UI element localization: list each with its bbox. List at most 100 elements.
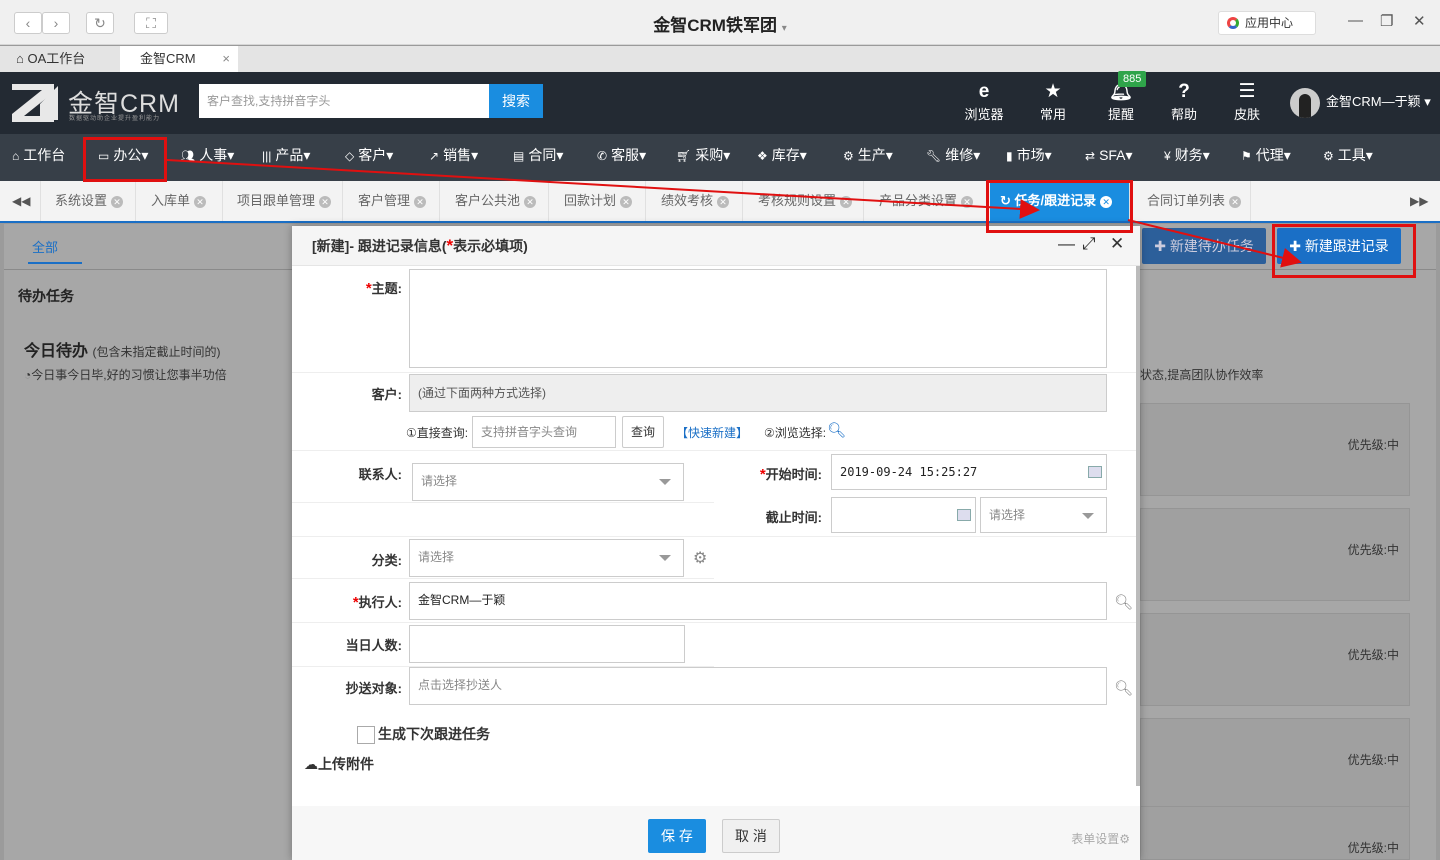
maximize-icon[interactable]: ⤢ xyxy=(1082,234,1096,254)
close-tab-icon[interactable]: ✕ xyxy=(194,195,207,208)
tab-project-tracking[interactable]: 项目跟单管理 ✕ xyxy=(224,181,343,221)
minimize-icon[interactable]: — xyxy=(1348,12,1363,29)
save-button[interactable]: 保 存 xyxy=(648,819,706,853)
nav-inventory[interactable]: ❖ 库存▾ xyxy=(757,134,807,181)
close-tab-icon[interactable]: ✕ xyxy=(620,195,633,208)
close-tab-icon[interactable]: ✕ xyxy=(1229,195,1242,208)
start-time-input[interactable]: 2019-09-24 15:25:27 xyxy=(831,454,1107,490)
modal-title: [新建]- 跟进记录信息(*表示必填项) xyxy=(312,236,528,255)
customer-search-input[interactable]: 客户查找,支持拼音字头 xyxy=(199,84,489,118)
favorites-tool[interactable]: ★ 常用 xyxy=(1028,80,1078,123)
close-tab-icon[interactable]: ✕ xyxy=(414,195,427,208)
browser-tab-oa[interactable]: ⌂ OA工作台 xyxy=(0,46,118,72)
calendar-icon[interactable] xyxy=(957,509,971,521)
nav-customer[interactable]: ◇ 客户▾ xyxy=(345,134,393,181)
cancel-button[interactable]: 取 消 xyxy=(722,819,780,853)
nav-production[interactable]: ⚙ 生产▾ xyxy=(843,134,893,181)
task-card[interactable]: 优先级:中 xyxy=(1140,403,1410,496)
chevron-down-icon xyxy=(659,479,671,485)
tab-contract-orders[interactable]: 合同订单列表 ✕ xyxy=(1131,181,1251,221)
reload-icon[interactable]: ↻ xyxy=(86,12,114,34)
fullscreen-icon[interactable]: ⛶ xyxy=(134,12,168,34)
todo-heading: 待办任务 xyxy=(18,288,74,304)
end-time-select[interactable]: 请选择 xyxy=(980,497,1107,533)
tab-customer-mgmt[interactable]: 客户管理 ✕ xyxy=(344,181,440,221)
nav-market[interactable]: ▮ 市场▾ xyxy=(1006,134,1052,181)
close-tab-icon[interactable]: ✕ xyxy=(717,195,730,208)
cc-input[interactable]: 点击选择抄送人 xyxy=(409,667,1107,705)
query-button[interactable]: 查询 xyxy=(622,416,664,448)
cc-label: 抄送对象: xyxy=(345,681,402,696)
flag-icon: ⚑ xyxy=(1241,149,1252,163)
skin-tool[interactable]: ☰ 皮肤 xyxy=(1222,80,1272,123)
scrollbar[interactable] xyxy=(1136,266,1140,786)
close-tab-icon[interactable]: ✕ xyxy=(524,195,537,208)
customer-query-input[interactable]: 支持拼音字头查询 xyxy=(472,416,616,448)
avatar xyxy=(1290,88,1320,118)
form-settings-button[interactable]: 表单设置⚙ xyxy=(1071,830,1130,847)
back-icon[interactable]: ‹ xyxy=(14,12,42,34)
close-tab-icon[interactable]: × xyxy=(222,46,230,71)
upload-button[interactable]: ☁上传附件 xyxy=(304,754,374,774)
divider xyxy=(292,372,1136,373)
help-tool[interactable]: ? 帮助 xyxy=(1159,80,1209,123)
close-tab-icon[interactable]: ✕ xyxy=(111,195,124,208)
close-tab-icon[interactable]: ✕ xyxy=(961,195,974,208)
new-task-button[interactable]: ✚ 新建待办任务 xyxy=(1142,228,1266,264)
browser-tool[interactable]: e 浏览器 xyxy=(959,80,1009,123)
search-button[interactable]: 搜索 xyxy=(489,84,543,118)
nav-finance[interactable]: ¥ 财务▾ xyxy=(1164,134,1210,181)
tab-performance[interactable]: 绩效考核 ✕ xyxy=(647,181,743,221)
end-time-input[interactable] xyxy=(831,497,976,533)
task-card[interactable]: 优先级:中 xyxy=(1140,508,1410,601)
subject-textarea[interactable] xyxy=(409,269,1107,368)
search-icon[interactable]: 🔍︎ xyxy=(1114,679,1133,697)
quick-new-link[interactable]: 【快速新建】 xyxy=(676,424,748,441)
nav-workbench[interactable]: ⌂ 工作台 xyxy=(12,134,65,181)
app-center-button[interactable]: 应用中心 xyxy=(1218,11,1316,35)
browse-search-icon[interactable]: 🔍︎ xyxy=(827,421,846,439)
restore-icon[interactable]: ❐ xyxy=(1380,12,1393,30)
calendar-icon[interactable] xyxy=(1088,466,1102,478)
user-menu[interactable]: 金智CRM—于颖 ▾ xyxy=(1290,88,1431,118)
tab-assessment-rules[interactable]: 考核规则设置 ✕ xyxy=(744,181,864,221)
executor-input[interactable]: 金智CRM—于颖 xyxy=(409,582,1107,620)
gen-next-checkbox[interactable] xyxy=(357,726,375,744)
close-tab-icon[interactable]: ✕ xyxy=(840,195,853,208)
task-card[interactable]: 优先级:中 xyxy=(1140,806,1410,860)
contact-select[interactable]: 请选择 xyxy=(412,463,684,501)
forward-icon[interactable]: › xyxy=(42,12,70,34)
task-card[interactable]: 优先级:中 xyxy=(1140,718,1410,811)
category-settings-icon[interactable]: ⚙ xyxy=(693,548,707,568)
close-icon[interactable]: ✕ xyxy=(1110,234,1124,254)
search-icon[interactable]: 🔍︎ xyxy=(1114,593,1133,611)
close-window-icon[interactable]: ✕ xyxy=(1413,12,1426,30)
tab-product-category[interactable]: 产品分类设置 ✕ xyxy=(865,181,989,221)
close-tab-icon[interactable]: ✕ xyxy=(319,195,332,208)
nav-agent[interactable]: ⚑ 代理▾ xyxy=(1241,134,1291,181)
tab-system-settings[interactable]: 系统设置 ✕ xyxy=(40,181,136,221)
tab-stock-in[interactable]: 入库单 ✕ xyxy=(137,181,223,221)
browser-tab-crm[interactable]: 金智CRM × xyxy=(120,46,238,72)
nav-product[interactable]: ||| 产品▾ xyxy=(262,134,310,181)
category-select[interactable]: 请选择 xyxy=(409,539,684,577)
nav-sfa[interactable]: ⇄ SFA▾ xyxy=(1085,134,1133,181)
executor-label: *执行人: xyxy=(352,594,402,611)
tab-customer-pool[interactable]: 客户公共池 ✕ xyxy=(441,181,549,221)
category-label: 分类: xyxy=(371,553,402,568)
nav-purchase[interactable]: 🛒︎ 采购▾ xyxy=(676,134,730,181)
daycount-input[interactable] xyxy=(409,625,685,663)
tabs-right-icon[interactable]: ▶▶ xyxy=(1410,181,1428,221)
nav-contract[interactable]: ▤ 合同▾ xyxy=(513,134,563,181)
tab-payment-plan[interactable]: 回款计划 ✕ xyxy=(550,181,646,221)
tab-all[interactable]: 全部 xyxy=(28,237,83,264)
nav-tools[interactable]: ⚙ 工具▾ xyxy=(1323,134,1373,181)
nav-repair[interactable]: 🔧︎ 维修▾ xyxy=(926,134,980,181)
task-card[interactable]: 优先级:中 xyxy=(1140,613,1410,706)
minimize-icon[interactable]: — xyxy=(1058,234,1075,254)
nav-sales[interactable]: ↗ 销售▾ xyxy=(429,134,478,181)
nav-hr[interactable]: 👥︎ 人事▾ xyxy=(180,134,234,181)
cubes-icon: ❖ xyxy=(757,149,768,163)
tabs-left-icon[interactable]: ◀◀ xyxy=(12,181,30,221)
nav-service[interactable]: ✆ 客服▾ xyxy=(597,134,646,181)
